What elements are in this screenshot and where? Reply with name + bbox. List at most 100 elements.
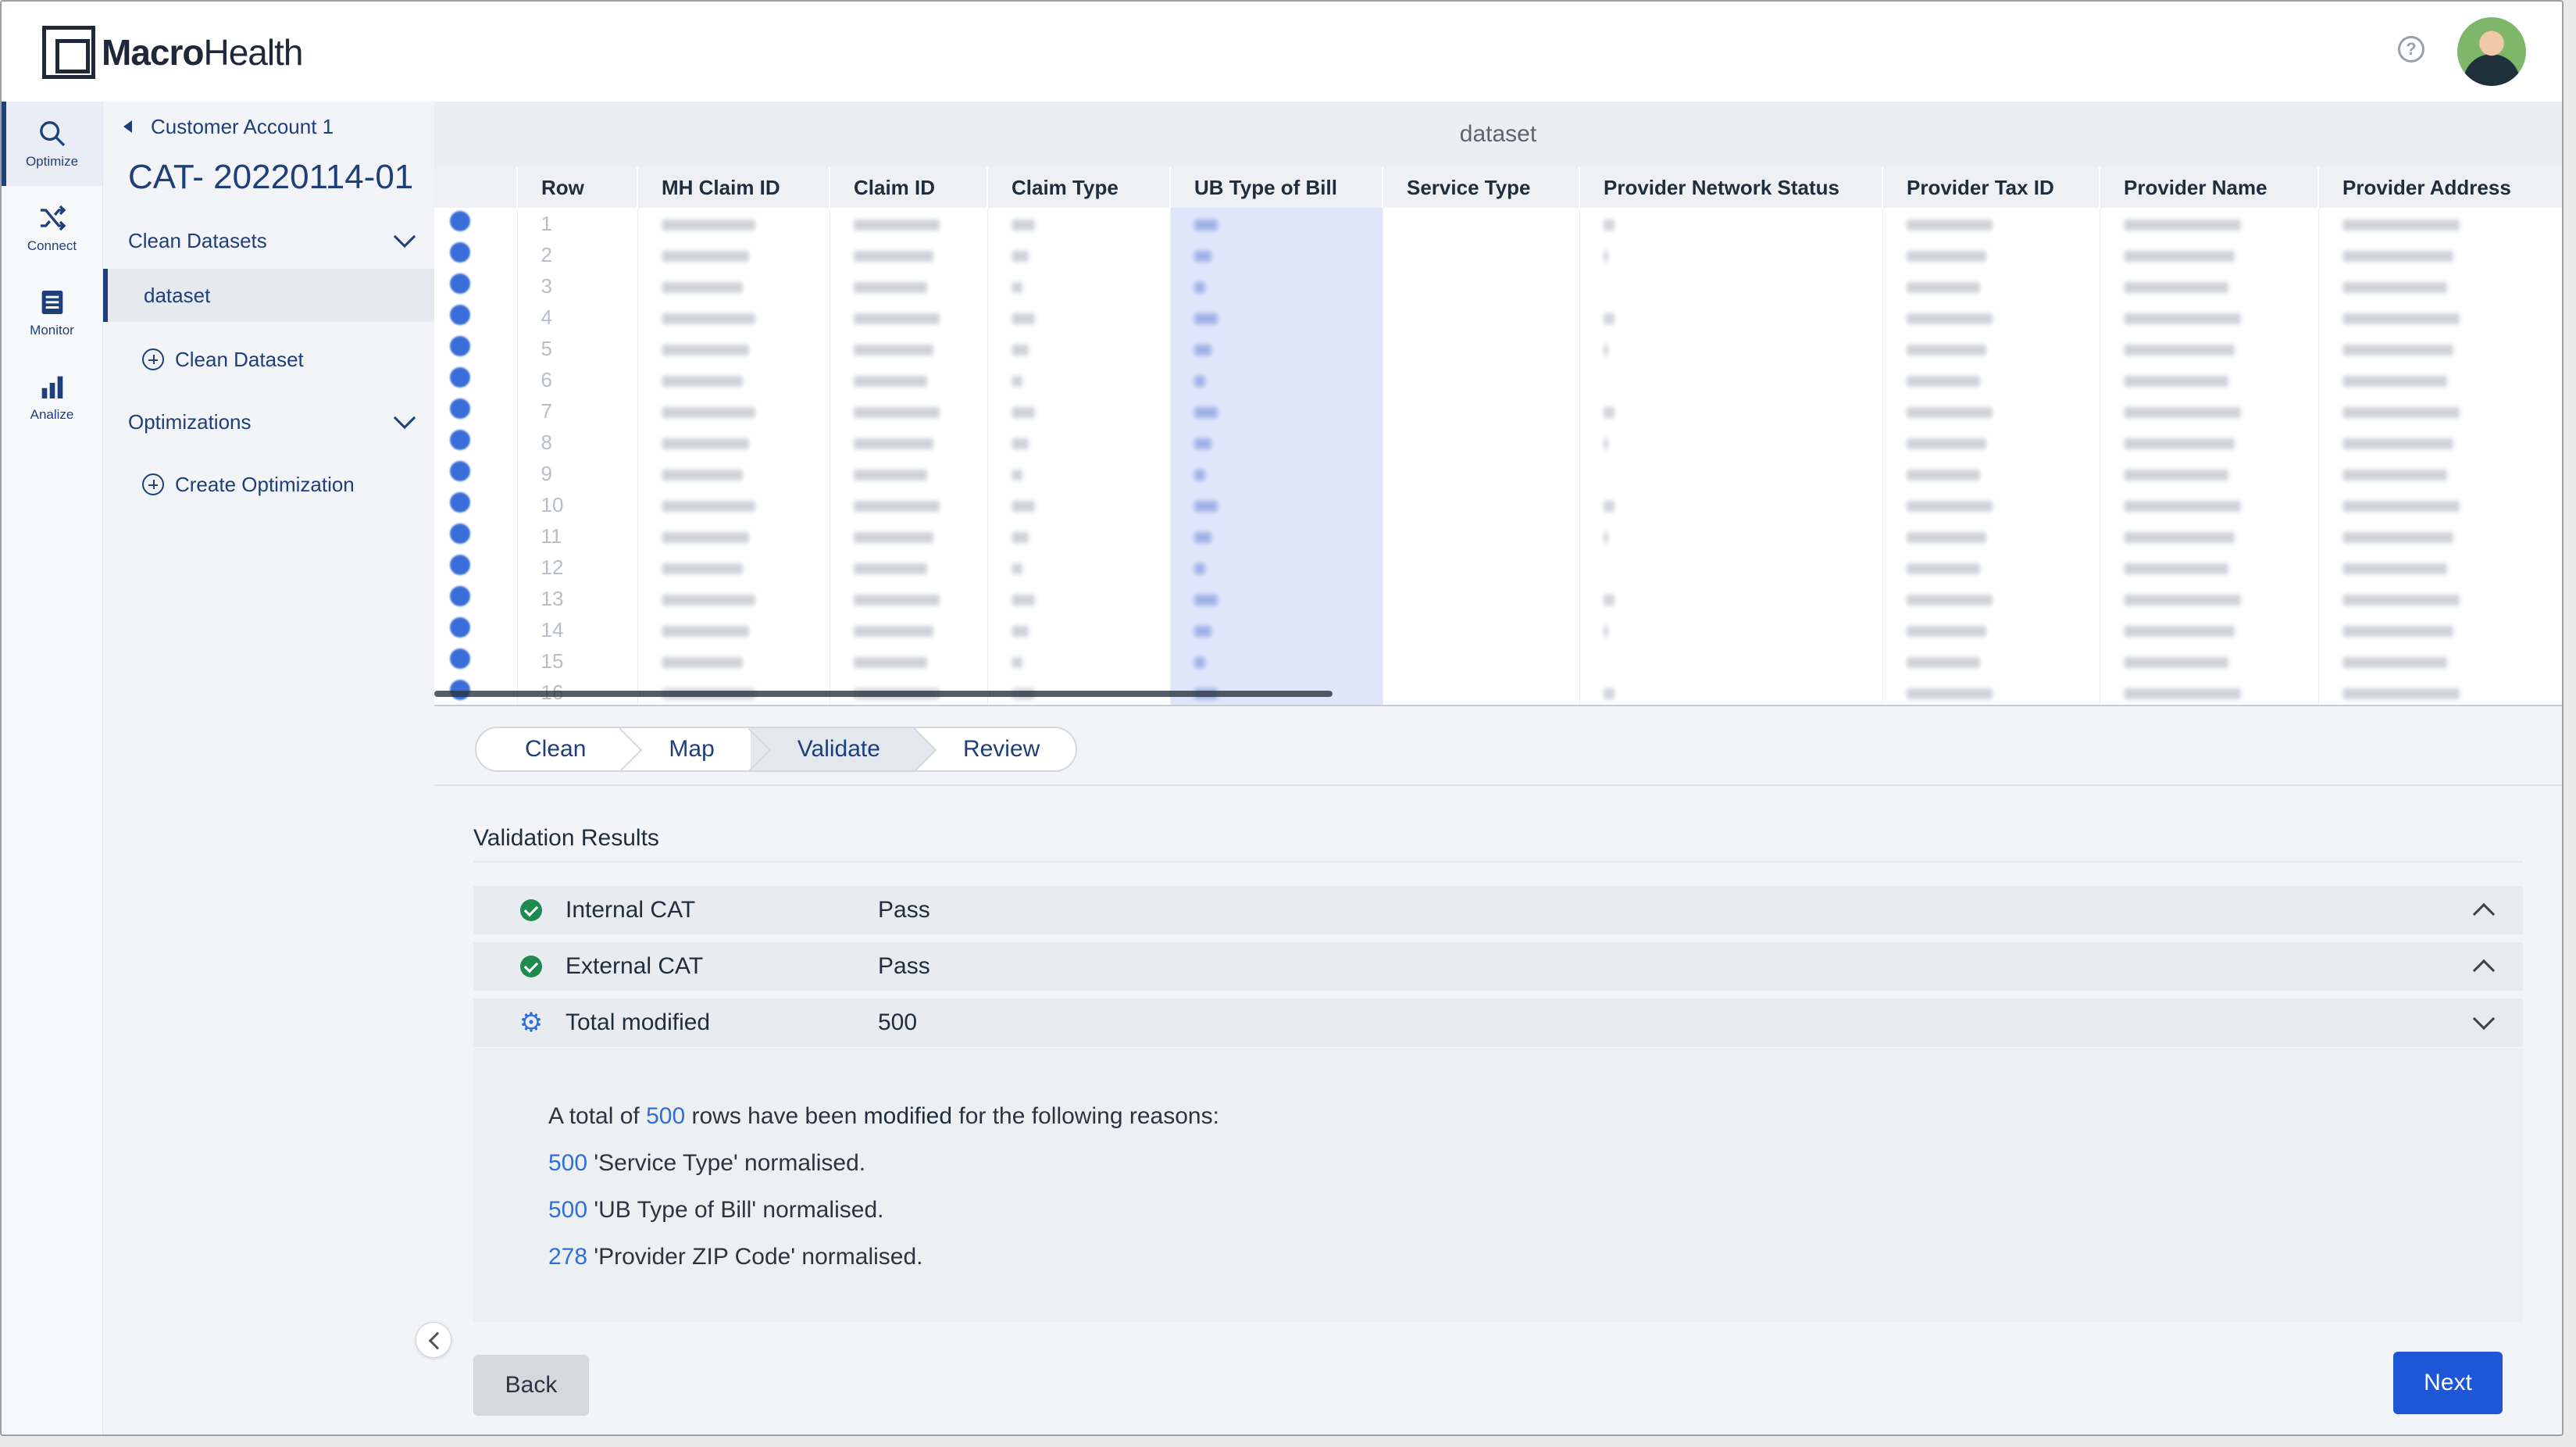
redacted-value bbox=[2123, 281, 2228, 293]
nav-optimize[interactable]: Optimize bbox=[2, 102, 102, 186]
column-header[interactable]: Service Type bbox=[1383, 167, 1580, 208]
table-row[interactable]: 15 bbox=[434, 645, 2562, 677]
redacted-cell bbox=[1383, 583, 1580, 614]
column-header[interactable]: Provider Name bbox=[2100, 167, 2319, 208]
redacted-cell bbox=[1579, 489, 1883, 520]
redacted-cell bbox=[637, 614, 830, 645]
column-header[interactable]: UB Type of Bill bbox=[1170, 167, 1383, 208]
row-marker-icon[interactable] bbox=[450, 210, 470, 231]
redacted-value bbox=[853, 281, 927, 293]
back-caret-icon bbox=[123, 120, 132, 133]
dataset-table-container[interactable]: Row MH Claim ID Claim ID Claim Type UB Type … bbox=[434, 167, 2562, 706]
chevron-down-icon[interactable] bbox=[2472, 1007, 2496, 1031]
column-header[interactable]: Provider Tax ID bbox=[1882, 167, 2100, 208]
chevron-down-icon bbox=[393, 225, 416, 248]
optimizations-section-toggle[interactable]: Optimizations bbox=[128, 403, 422, 441]
row-marker-icon[interactable] bbox=[450, 241, 470, 263]
next-button[interactable]: Next bbox=[2393, 1352, 2503, 1414]
horizontal-scrollbar[interactable] bbox=[434, 691, 1333, 697]
redacted-cell bbox=[2318, 552, 2562, 583]
validation-row-internal-cat[interactable]: Internal CAT Pass bbox=[473, 886, 2523, 934]
table-row[interactable]: 3 bbox=[434, 270, 2562, 302]
row-marker-icon[interactable] bbox=[450, 554, 470, 575]
redacted-cell bbox=[1170, 427, 1383, 458]
table-row[interactable]: 14 bbox=[434, 614, 2562, 645]
redacted-cell bbox=[1170, 489, 1383, 520]
chevron-up-icon[interactable] bbox=[2472, 902, 2496, 926]
redacted-cell bbox=[830, 208, 988, 239]
table-row[interactable]: 12 bbox=[434, 552, 2562, 583]
row-marker-icon[interactable] bbox=[450, 335, 470, 356]
table-row[interactable]: 7 bbox=[434, 395, 2562, 427]
row-marker-icon[interactable] bbox=[450, 648, 470, 669]
redacted-value bbox=[1011, 375, 1022, 387]
clean-datasets-section-toggle[interactable]: Clean Datasets bbox=[128, 222, 422, 259]
table-row[interactable]: 6 bbox=[434, 364, 2562, 395]
column-header[interactable]: Provider Address bbox=[2318, 167, 2562, 208]
table-row[interactable]: 4 bbox=[434, 302, 2562, 333]
chevron-down-icon bbox=[393, 406, 416, 430]
help-icon[interactable]: ? bbox=[2398, 36, 2424, 63]
redacted-cell bbox=[1579, 520, 1883, 552]
redacted-value bbox=[2342, 250, 2453, 262]
step-clean[interactable]: Clean bbox=[476, 728, 622, 770]
user-avatar[interactable] bbox=[2457, 17, 2526, 86]
step-validate[interactable]: Validate bbox=[750, 728, 916, 770]
redacted-cell bbox=[637, 552, 830, 583]
redacted-value bbox=[853, 656, 927, 668]
select-column-header[interactable] bbox=[434, 167, 518, 208]
row-marker-icon[interactable] bbox=[450, 366, 470, 388]
table-row[interactable]: 9 bbox=[434, 458, 2562, 489]
row-marker-icon[interactable] bbox=[450, 523, 470, 544]
back-button[interactable]: Back bbox=[473, 1355, 589, 1416]
validation-row-external-cat[interactable]: External CAT Pass bbox=[473, 942, 2523, 991]
redacted-cell bbox=[1579, 552, 1883, 583]
redacted-cell bbox=[1579, 583, 1883, 614]
row-marker-icon[interactable] bbox=[450, 429, 470, 450]
column-header[interactable]: MH Claim ID bbox=[637, 167, 830, 208]
add-clean-dataset-button[interactable]: Clean Dataset bbox=[142, 344, 304, 375]
row-number-cell: 14 bbox=[517, 614, 638, 645]
column-header[interactable]: Claim ID bbox=[830, 167, 988, 208]
redacted-value bbox=[1906, 531, 1986, 543]
row-marker-icon[interactable] bbox=[450, 585, 470, 606]
row-marker-icon[interactable] bbox=[450, 304, 470, 325]
row-marker-icon[interactable] bbox=[450, 273, 470, 294]
column-header[interactable]: Row bbox=[517, 167, 638, 208]
redacted-value bbox=[2342, 281, 2447, 293]
left-nav-rail: Optimize Connect Monitor Analize bbox=[2, 102, 103, 1434]
collapse-sidebar-button[interactable] bbox=[416, 1322, 451, 1358]
redacted-value bbox=[1011, 344, 1029, 355]
nav-analize[interactable]: Analize bbox=[2, 355, 102, 439]
table-row[interactable]: 8 bbox=[434, 427, 2562, 458]
nav-monitor[interactable]: Monitor bbox=[2, 270, 102, 355]
row-marker-icon[interactable] bbox=[450, 460, 470, 481]
redacted-value bbox=[2123, 656, 2228, 668]
top-header: MacroHealth ? bbox=[2, 2, 2562, 102]
redacted-cell bbox=[830, 489, 988, 520]
redacted-cell bbox=[1383, 645, 1580, 677]
table-row[interactable]: 5 bbox=[434, 333, 2562, 364]
column-header[interactable]: Provider Network Status bbox=[1579, 167, 1883, 208]
nav-connect[interactable]: Connect bbox=[2, 186, 102, 270]
redacted-value bbox=[853, 219, 940, 230]
step-review[interactable]: Review bbox=[916, 728, 1076, 770]
row-marker-icon[interactable] bbox=[450, 398, 470, 419]
sidebar-item-dataset[interactable]: dataset bbox=[103, 269, 434, 322]
table-row[interactable]: 10 bbox=[434, 489, 2562, 520]
table-row[interactable]: 2 bbox=[434, 239, 2562, 270]
row-marker-icon[interactable] bbox=[450, 616, 470, 638]
back-to-account-link[interactable]: Customer Account 1 bbox=[112, 111, 334, 142]
redacted-cell bbox=[1882, 208, 2100, 239]
validation-row-total-modified[interactable]: ⚙ Total modified 500 bbox=[473, 999, 2523, 1047]
table-row[interactable]: 11 bbox=[434, 520, 2562, 552]
chevron-up-icon[interactable] bbox=[2472, 959, 2496, 982]
column-header[interactable]: Claim Type bbox=[987, 167, 1171, 208]
table-row[interactable]: 13 bbox=[434, 583, 2562, 614]
create-optimization-button[interactable]: Create Optimization bbox=[142, 469, 355, 500]
row-marker-icon[interactable] bbox=[450, 491, 470, 513]
macrohealth-logo[interactable]: MacroHealth bbox=[42, 25, 303, 80]
table-row[interactable]: 1 bbox=[434, 208, 2562, 239]
row-select-icon bbox=[434, 395, 518, 427]
redacted-value bbox=[1193, 500, 1218, 512]
